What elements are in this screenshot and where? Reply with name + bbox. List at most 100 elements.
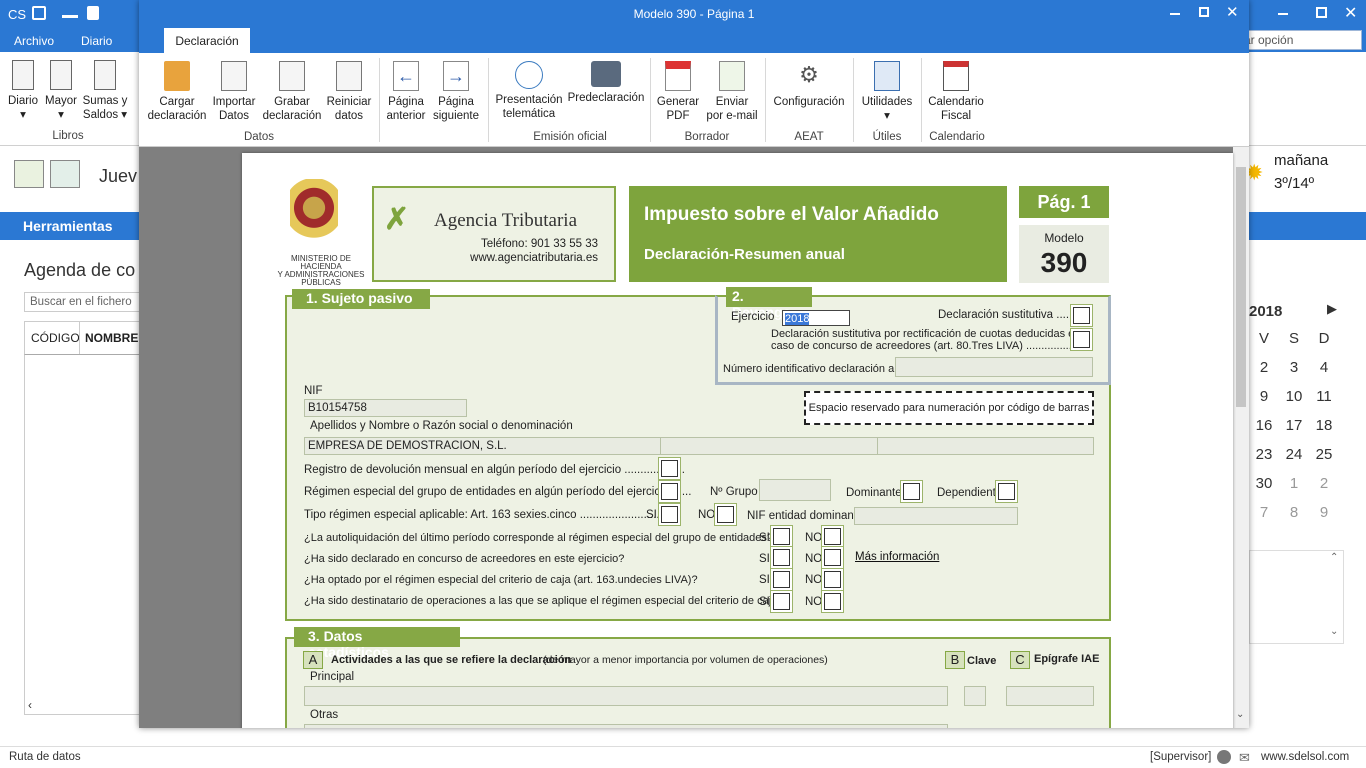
form-title: Impuesto sobre el Valor Añadido bbox=[644, 204, 939, 225]
grupo-checkbox[interactable] bbox=[658, 480, 681, 503]
mail-icon[interactable]: ✉ bbox=[1239, 750, 1250, 766]
num-anterior-input[interactable] bbox=[895, 357, 1093, 377]
ejercicio-input[interactable]: 2018 bbox=[782, 310, 850, 326]
pagina-anterior-button[interactable]: ← Página anterior bbox=[383, 61, 429, 123]
auto-no-checkbox[interactable] bbox=[821, 525, 844, 548]
mayor-button[interactable]: Mayor ▾ bbox=[42, 60, 80, 122]
enviar-email-button[interactable]: Enviar por e-mail bbox=[703, 61, 761, 123]
tab-archivo[interactable]: Archivo bbox=[14, 34, 54, 48]
n-grupo-input[interactable] bbox=[759, 479, 831, 501]
calendar-day[interactable]: 7 bbox=[1249, 504, 1279, 533]
nif-dominante-input[interactable] bbox=[854, 507, 1018, 525]
borrador-group-label: Borrador bbox=[684, 131, 730, 143]
calendar-next-icon[interactable]: ▶ bbox=[1327, 301, 1337, 317]
weekday: S bbox=[1288, 330, 1299, 347]
grabar-declaracion-button[interactable]: Grabar declaración bbox=[259, 61, 325, 123]
calendar-icon[interactable] bbox=[32, 6, 46, 20]
status-website[interactable]: www.sdelsol.com bbox=[1261, 751, 1349, 763]
ledger-icon bbox=[50, 60, 72, 90]
scroll-down-icon[interactable]: ⌄ bbox=[1330, 626, 1338, 637]
cargar-declaracion-button[interactable]: Cargar declaración bbox=[143, 61, 211, 123]
sumas-saldos-button[interactable]: Sumas y Saldos ▾ bbox=[82, 60, 128, 122]
option-search-input[interactable]: ar opción bbox=[1240, 30, 1362, 50]
window-close-icon[interactable]: ✕ bbox=[1226, 3, 1239, 21]
concurso-si-checkbox[interactable] bbox=[770, 546, 793, 569]
calendario-fiscal-button[interactable]: Calendario Fiscal bbox=[923, 61, 989, 123]
calendar-day[interactable]: 10 bbox=[1279, 388, 1309, 417]
heart-icon[interactable] bbox=[1217, 750, 1231, 764]
sustitutiva-rect-checkbox[interactable] bbox=[1070, 328, 1093, 351]
file-search-input[interactable]: Buscar en el fichero bbox=[24, 292, 140, 312]
day-label: Juev bbox=[99, 166, 138, 186]
caja-no-checkbox[interactable] bbox=[821, 568, 844, 591]
minimize-icon[interactable] bbox=[1278, 13, 1288, 15]
calendar-day[interactable]: 25 bbox=[1309, 446, 1339, 475]
principal-epigrafe-input[interactable] bbox=[1006, 686, 1094, 706]
code-column-header[interactable]: CÓDIGO bbox=[31, 331, 80, 345]
principal-clave-input[interactable] bbox=[964, 686, 986, 706]
image-icon[interactable] bbox=[50, 160, 80, 188]
calendar-day[interactable]: 30 bbox=[1249, 475, 1279, 504]
mas-informacion-link[interactable]: Más información bbox=[855, 551, 939, 563]
export-icon[interactable] bbox=[62, 6, 78, 18]
predeclaracion-button[interactable]: Predeclaración bbox=[567, 61, 645, 105]
tipo-si-checkbox[interactable] bbox=[658, 503, 681, 526]
utilidades-button[interactable]: Utilidades ▾ bbox=[857, 61, 917, 123]
group-separator bbox=[921, 58, 922, 142]
calendar-day[interactable]: 9 bbox=[1309, 504, 1339, 533]
calendar-day[interactable]: 4 bbox=[1309, 359, 1339, 388]
registro-checkbox[interactable] bbox=[658, 457, 681, 480]
otras-activity-input[interactable] bbox=[304, 724, 948, 728]
calendar-day[interactable]: 17 bbox=[1279, 417, 1309, 446]
grid-icon[interactable] bbox=[14, 160, 44, 188]
destinatario-no-checkbox[interactable] bbox=[821, 590, 844, 613]
dependiente-checkbox[interactable] bbox=[995, 480, 1018, 503]
close-icon[interactable]: ✕ bbox=[1344, 3, 1357, 23]
presentacion-telematica-button[interactable]: Presentación telemática bbox=[493, 61, 565, 121]
calendar-day[interactable]: 9 bbox=[1249, 388, 1279, 417]
concurso-no-checkbox[interactable] bbox=[821, 546, 844, 569]
tab-diario[interactable]: Diario bbox=[81, 34, 112, 48]
vertical-scrollbar[interactable]: ⌄ bbox=[1233, 147, 1249, 728]
auto-si-checkbox[interactable] bbox=[770, 525, 793, 548]
calendar-day[interactable]: 16 bbox=[1249, 417, 1279, 446]
tipo-no-checkbox[interactable] bbox=[714, 503, 737, 526]
pagina-siguiente-button[interactable]: → Página siguiente bbox=[431, 61, 481, 123]
scrollbar-thumb[interactable] bbox=[1236, 167, 1246, 407]
nif-input[interactable]: B10154758 bbox=[304, 399, 467, 417]
name-column-header[interactable]: NOMBRE bbox=[85, 331, 138, 345]
calendar-day[interactable]: 24 bbox=[1279, 446, 1309, 475]
calendar-day[interactable]: 23 bbox=[1249, 446, 1279, 475]
calendar-day[interactable]: 2 bbox=[1249, 359, 1279, 388]
dominante-checkbox[interactable] bbox=[900, 480, 923, 503]
letter-b-badge: B bbox=[945, 651, 965, 669]
arrow-right-icon: → bbox=[443, 61, 469, 91]
scroll-up-icon[interactable]: ⌃ bbox=[1330, 552, 1338, 563]
calendar-day[interactable]: 3 bbox=[1279, 359, 1309, 388]
calendar-day[interactable]: 1 bbox=[1279, 475, 1309, 504]
calendar-widget: 2018 ▶ V S D 2 3 4 9 10 11 16 17 18 23 24 25 30 1 2 7 8 9 bbox=[1249, 300, 1344, 545]
principal-activity-input[interactable] bbox=[304, 686, 948, 706]
destinatario-si-checkbox[interactable] bbox=[770, 590, 793, 613]
caja-si-checkbox[interactable] bbox=[770, 568, 793, 591]
window-maximize-icon[interactable] bbox=[1199, 7, 1209, 17]
nombre-input[interactable]: EMPRESA DE DEMOSTRACION, S.L. bbox=[304, 437, 1094, 455]
tab-declaracion[interactable]: Declaración bbox=[164, 28, 250, 53]
calendar-day[interactable]: 2 bbox=[1309, 475, 1339, 504]
reiniciar-datos-button[interactable]: Reiniciar datos bbox=[325, 61, 373, 123]
diario-button[interactable]: Diario ▾ bbox=[4, 60, 42, 122]
scroll-left-icon[interactable]: ‹ bbox=[28, 698, 32, 712]
calendar-day[interactable]: 11 bbox=[1309, 388, 1339, 417]
window-minimize-icon[interactable] bbox=[1170, 13, 1180, 15]
importar-datos-button[interactable]: Importar Datos bbox=[207, 61, 261, 123]
calendar-day[interactable]: 18 bbox=[1309, 417, 1339, 446]
calendar-year: 2018 bbox=[1249, 303, 1283, 320]
configuracion-button[interactable]: ⚙ Configuración bbox=[769, 61, 849, 109]
grupo-question: Régimen especial del grupo de entidades … bbox=[304, 486, 692, 498]
maximize-icon[interactable] bbox=[1316, 7, 1327, 18]
scroll-down-icon[interactable]: ⌄ bbox=[1236, 709, 1244, 720]
lock-icon[interactable] bbox=[87, 6, 99, 20]
generar-pdf-button[interactable]: Generar PDF bbox=[653, 61, 703, 123]
calendar-day[interactable]: 8 bbox=[1279, 504, 1309, 533]
sustitutiva-checkbox[interactable] bbox=[1070, 304, 1093, 327]
